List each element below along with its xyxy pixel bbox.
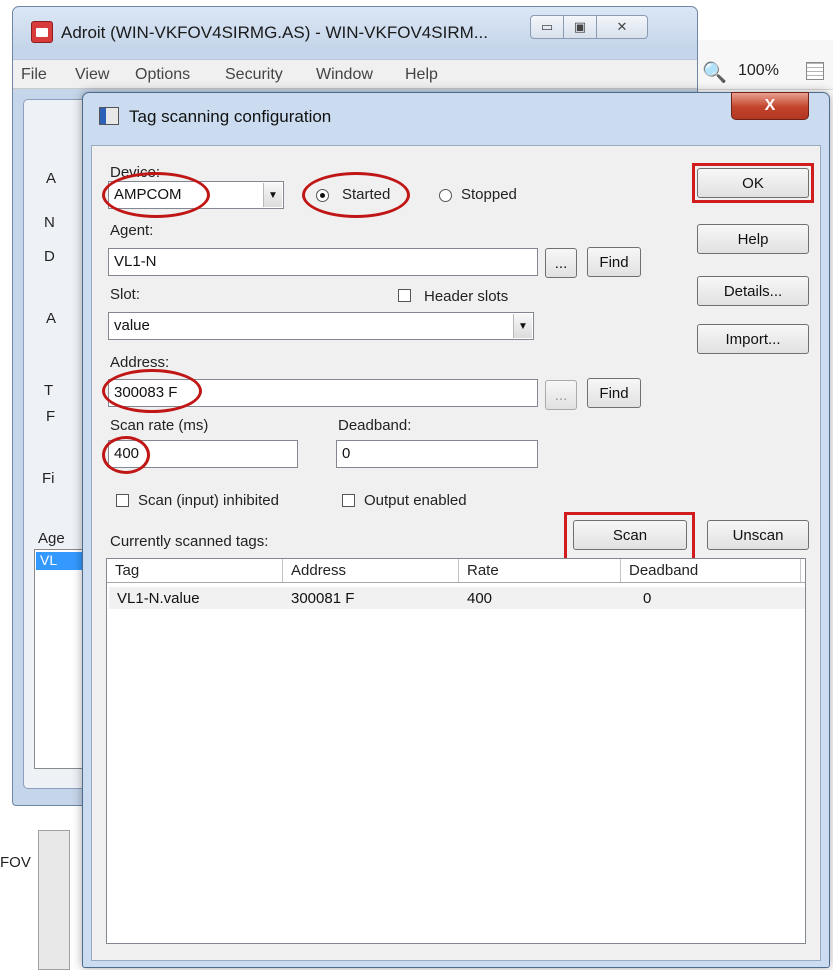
device-select[interactable]: AMPCOM ▼	[108, 181, 284, 209]
menu-help[interactable]: Help	[405, 66, 438, 84]
address-input[interactable]: 300083 F	[108, 379, 538, 407]
menu-options[interactable]: Options	[135, 66, 190, 84]
scan-button[interactable]: Scan	[573, 520, 687, 550]
stub-label: A	[46, 170, 57, 187]
chevron-down-icon[interactable]: ▼	[263, 183, 282, 207]
dialog-title: Tag scanning configuration	[129, 107, 332, 126]
main-menubar: File View Options Security Window Help	[13, 59, 697, 89]
stopped-label[interactable]: Stopped	[461, 186, 517, 203]
stub-label: D	[44, 248, 55, 265]
deadband-input[interactable]: 0	[336, 440, 538, 468]
stub-label: Age	[38, 530, 65, 547]
deadband-label: Deadband:	[338, 417, 412, 434]
unscan-button[interactable]: Unscan	[707, 520, 809, 550]
close-main-button[interactable]: ✕	[596, 15, 648, 39]
output-enabled-label[interactable]: Output enabled	[364, 492, 467, 509]
dialog-titlebar[interactable]: Tag scanning configuration X	[83, 92, 829, 145]
column-header-rate[interactable]: Rate	[459, 559, 621, 582]
column-header-tag[interactable]: Tag	[107, 559, 283, 582]
maximize-button[interactable]: ▣	[563, 15, 597, 39]
device-value: AMPCOM	[114, 186, 182, 203]
agent-find-button[interactable]: Find	[587, 247, 641, 277]
vertical-scrollbar[interactable]	[38, 830, 70, 970]
adroit-app-icon	[31, 21, 53, 43]
address-label: Address:	[110, 354, 170, 371]
stub-label: T	[44, 382, 54, 399]
address-find-button[interactable]: Find	[587, 378, 641, 408]
ok-button[interactable]: OK	[697, 168, 809, 198]
scanned-tags-label: Currently scanned tags:	[110, 533, 269, 550]
cell-address: 300081 F	[291, 590, 355, 607]
table-row[interactable]: VL1-N.value 300081 F 400 0	[109, 587, 805, 609]
stub-label: Fi	[42, 470, 55, 487]
menu-window[interactable]: Window	[316, 66, 373, 84]
dialog-window-icon	[99, 107, 119, 125]
started-radio[interactable]	[316, 189, 329, 202]
column-header-deadband[interactable]: Deadband	[621, 559, 801, 582]
agent-browse-button[interactable]: ...	[545, 248, 577, 278]
scan-rate-label: Scan rate (ms)	[110, 417, 209, 434]
magnifier-icon[interactable]: 🔍	[702, 60, 727, 84]
menu-security[interactable]: Security	[225, 66, 283, 84]
details-button[interactable]: Details...	[697, 276, 809, 306]
main-titlebar[interactable]: Adroit (WIN-VKFOV4SIRMG.AS) - WIN-VKFOV4…	[13, 7, 697, 59]
agent-label: Agent:	[110, 222, 154, 239]
dialog-close-button[interactable]: X	[731, 92, 809, 120]
agent-input[interactable]: VL1-N	[108, 248, 538, 276]
scan-inhibited-checkbox[interactable]	[116, 494, 129, 507]
stub-label: F	[46, 408, 56, 425]
slot-value: value	[114, 317, 150, 334]
help-button[interactable]: Help	[697, 224, 809, 254]
list-header: Tag Address Rate Deadband	[107, 559, 805, 583]
address-browse-button[interactable]: ...	[545, 380, 577, 410]
header-slots-label[interactable]: Header slots	[424, 288, 508, 305]
left-partial-text: FOV	[0, 854, 31, 871]
menu-file[interactable]: File	[21, 66, 47, 84]
started-label[interactable]: Started	[342, 186, 390, 203]
cell-rate: 400	[467, 590, 493, 607]
stub-label: N	[44, 214, 55, 231]
scan-rate-input[interactable]: 400	[108, 440, 298, 468]
header-slots-checkbox[interactable]	[398, 289, 411, 302]
stopped-radio[interactable]	[439, 189, 452, 202]
output-enabled-checkbox[interactable]	[342, 494, 355, 507]
column-header-address[interactable]: Address	[283, 559, 459, 582]
menu-view[interactable]: View	[75, 66, 109, 84]
cell-deadband: 0	[643, 590, 652, 607]
main-window-title: Adroit (WIN-VKFOV4SIRMG.AS) - WIN-VKFOV4…	[61, 23, 488, 42]
grid-icon[interactable]	[806, 62, 824, 80]
device-label: Device:	[110, 164, 161, 181]
zoom-level[interactable]: 100%	[738, 62, 779, 80]
slot-select[interactable]: value ▼	[108, 312, 534, 340]
chevron-down-icon[interactable]: ▼	[513, 314, 532, 338]
cell-tag: VL1-N.value	[117, 590, 200, 607]
slot-label: Slot:	[110, 286, 141, 303]
scanned-tags-list[interactable]: Tag Address Rate Deadband VL1-N.value 30…	[106, 558, 806, 944]
minimize-button[interactable]: ▭	[530, 15, 564, 39]
stub-label: A	[46, 310, 57, 327]
import-button[interactable]: Import...	[697, 324, 809, 354]
scan-inhibited-label[interactable]: Scan (input) inhibited	[138, 492, 279, 509]
